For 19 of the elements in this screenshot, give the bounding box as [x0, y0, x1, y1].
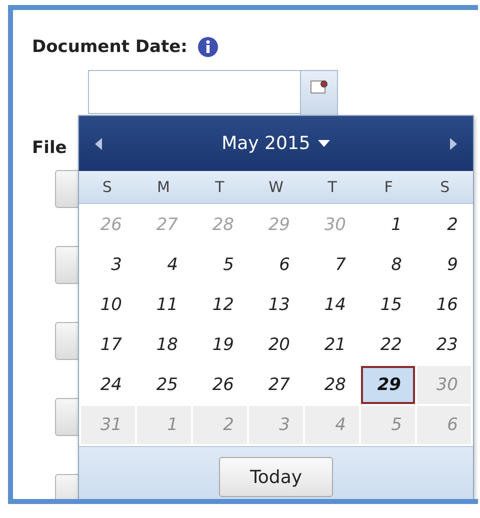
weekday-label: F	[384, 178, 393, 196]
date-field[interactable]	[88, 70, 300, 114]
weekday-label: W	[268, 178, 284, 196]
day-cell[interactable]: 29	[361, 366, 415, 404]
field-label: Document Date:	[32, 37, 188, 57]
month-title[interactable]: May 2015	[222, 133, 330, 154]
previous-month-button[interactable]	[95, 138, 103, 150]
field-label: File	[32, 138, 67, 158]
weekday-label: T	[328, 178, 337, 196]
weekday-label: S	[102, 178, 112, 196]
today-button[interactable]: Today	[219, 457, 333, 497]
weekday-label: M	[156, 178, 170, 196]
next-month-button[interactable]	[449, 138, 457, 150]
weekday-label: S	[440, 178, 450, 196]
info-icon[interactable]	[197, 36, 220, 58]
dropdown-caret-icon	[318, 140, 330, 147]
calendar-icon	[310, 79, 328, 95]
weekday-label: T	[215, 178, 224, 196]
calendar-button[interactable]	[300, 70, 338, 116]
